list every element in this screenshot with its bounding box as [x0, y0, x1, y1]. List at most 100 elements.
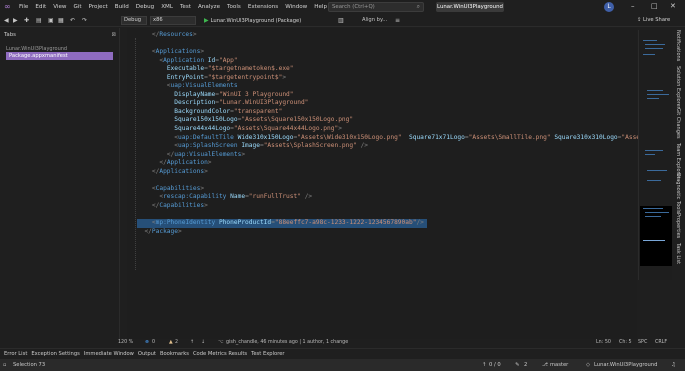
platform-dropdown[interactable]: x86: [150, 16, 196, 25]
code-line[interactable]: </uap:VisualElements>: [137, 151, 685, 160]
code-token: <: [137, 193, 164, 201]
back-icon[interactable]: ◀: [4, 17, 9, 24]
code-line[interactable]: <rescap:Capability Name="runFullTrust" /…: [137, 193, 685, 202]
code-line[interactable]: [137, 176, 685, 185]
live-share-button[interactable]: ⇪ Live Share: [637, 17, 670, 23]
code-line[interactable]: <uap:SplashScreen Image="Assets\SplashSc…: [137, 142, 685, 151]
spacing-mode[interactable]: SPC: [638, 340, 647, 345]
code-line[interactable]: Executable="$targetnametoken$.exe": [137, 65, 685, 74]
tab-package-appxmanifest[interactable]: Package.appxmanifest: [6, 52, 113, 60]
right-tab-solution-explorer[interactable]: Solution Explorer: [675, 66, 681, 109]
bottom-tab-immediate-window[interactable]: Immediate Window: [84, 351, 134, 357]
menu-item-edit[interactable]: Edit: [35, 4, 46, 10]
bottom-tab-bookmarks[interactable]: Bookmarks: [160, 351, 189, 357]
bottom-tab-exception-settings[interactable]: Exception Settings: [31, 351, 79, 357]
pin-icon[interactable]: ⊠: [111, 32, 116, 38]
code-line[interactable]: DisplayName="WinUI 3 Playground": [137, 91, 685, 100]
code-line[interactable]: <uap:DefaultTile Wide310x150Logo="Assets…: [137, 134, 685, 143]
code-line[interactable]: <uap:VisualElements: [137, 82, 685, 91]
menu-item-build[interactable]: Build: [115, 4, 129, 10]
new-item-icon[interactable]: ✚: [24, 17, 29, 24]
menu-item-git[interactable]: Git: [74, 4, 82, 10]
redo-icon[interactable]: ↷: [82, 17, 87, 24]
menu-item-view[interactable]: View: [53, 4, 66, 10]
code-line[interactable]: <Applications>: [137, 48, 685, 57]
menu-item-file[interactable]: File: [19, 4, 28, 10]
code-line[interactable]: <Application Id="App": [137, 57, 685, 66]
code-line[interactable]: Square150x150Logo="Assets\Square150x150L…: [137, 116, 685, 125]
minimap-viewport[interactable]: [640, 206, 672, 266]
minimap[interactable]: [638, 30, 672, 280]
errors-count[interactable]: 0: [152, 340, 155, 345]
format-icon[interactable]: ▥: [338, 17, 344, 24]
forward-icon[interactable]: ▶: [13, 17, 18, 24]
visual-studio-logo-icon: ∞: [4, 2, 11, 11]
comment-icon[interactable]: ≡: [395, 17, 400, 24]
menu-item-analyze[interactable]: Analyze: [198, 4, 220, 10]
code-token: />: [304, 193, 313, 201]
code-line[interactable]: </Resources>: [137, 31, 685, 40]
code-line[interactable]: </Applications>: [137, 168, 685, 177]
maximize-icon[interactable]: □: [651, 2, 658, 10]
git-blame-info[interactable]: gish_chandle, 46 minutes ago | 1 author,…: [226, 340, 348, 345]
project-name-badge[interactable]: Lunar.WinUI3Playground: [436, 2, 504, 12]
selection-count: Selection 73: [13, 362, 46, 368]
repo-icon: ◇: [586, 362, 590, 368]
code-line[interactable]: <mp:PhoneIdentity PhoneProductId="88eeff…: [137, 219, 427, 228]
code-line[interactable]: Square44x44Logo="Assets\Square44x44Logo.…: [137, 125, 685, 134]
run-button[interactable]: ▶ Lunar.WinUI3Playground (Package): [204, 16, 301, 25]
code-line[interactable]: EntryPoint="$targetentrypoint$">: [137, 74, 685, 83]
branch-name[interactable]: master: [550, 362, 568, 368]
right-tab-notifications[interactable]: Notifications: [675, 30, 681, 61]
bottom-tab-code-metrics-results[interactable]: Code Metrics Results: [193, 351, 247, 357]
zoom-level[interactable]: 120 %: [118, 340, 133, 345]
menu-item-project[interactable]: Project: [89, 4, 108, 10]
notification-bell-icon[interactable]: ♫: [671, 362, 676, 368]
code-line[interactable]: [137, 40, 685, 49]
repository-name[interactable]: Lunar.WinUI3Playground: [594, 362, 657, 368]
code-line[interactable]: BackgroundColor="transparent": [137, 108, 685, 117]
git-sync-counts[interactable]: 0 / 0: [489, 362, 501, 368]
down-arrow-icon[interactable]: ↓: [201, 340, 205, 345]
menu-item-debug[interactable]: Debug: [136, 4, 154, 10]
code-line[interactable]: [137, 210, 685, 219]
menu-item-xml[interactable]: XML: [161, 4, 173, 10]
pending-changes-count[interactable]: 2: [524, 362, 527, 368]
menu-items: File Edit View Git Project Build Debug XML Test A…: [19, 4, 334, 10]
avatar[interactable]: L: [604, 2, 614, 12]
up-arrow-icon[interactable]: ↑: [190, 340, 194, 345]
menu-item-tools[interactable]: Tools: [227, 4, 241, 10]
line-endings[interactable]: CRLF: [655, 340, 667, 345]
right-tab-task-list[interactable]: Task List: [675, 243, 681, 264]
search-input[interactable]: Search (Ctrl+Q) ⌕: [328, 2, 424, 12]
undo-icon[interactable]: ↶: [70, 17, 75, 24]
close-icon[interactable]: ✕: [670, 2, 676, 10]
minimize-icon[interactable]: –: [631, 2, 635, 10]
bottom-tab-error-list[interactable]: Error List: [4, 351, 27, 357]
code-line[interactable]: </Capabilities>: [137, 202, 685, 211]
code-line[interactable]: </Package>: [137, 228, 685, 237]
menu-item-help[interactable]: Help: [314, 4, 327, 10]
right-tab-git-changes[interactable]: Git Changes: [675, 108, 681, 139]
right-tab-properties[interactable]: Properties: [675, 213, 681, 238]
code-line[interactable]: <Capabilities>: [137, 185, 685, 194]
menu-item-extensions[interactable]: Extensions: [248, 4, 278, 10]
code-line[interactable]: Description="Lunar.WinUI3Playground": [137, 99, 685, 108]
right-tab-diagnostic-tools[interactable]: Diagnostic Tools: [675, 173, 681, 213]
bottom-tab-output[interactable]: Output: [138, 351, 156, 357]
code-lines[interactable]: </Resources> <Applications> <Application…: [137, 31, 685, 236]
open-icon[interactable]: ▤: [36, 17, 42, 24]
code-line[interactable]: </Application>: [137, 159, 685, 168]
menu-item-window[interactable]: Window: [285, 4, 307, 10]
code-editor[interactable]: </Resources> <Applications> <Application…: [127, 28, 685, 340]
save-icon[interactable]: ▣: [48, 17, 54, 24]
code-token: Description: [174, 99, 216, 107]
align-dropdown[interactable]: Align by...: [362, 17, 387, 23]
code-token: </: [137, 150, 175, 158]
configuration-dropdown[interactable]: Debug: [121, 16, 147, 25]
save-all-icon[interactable]: ▦: [58, 17, 64, 24]
warnings-count[interactable]: 2: [175, 340, 178, 345]
bottom-tab-test-explorer[interactable]: Test Explorer: [251, 351, 284, 357]
menu-item-test[interactable]: Test: [180, 4, 191, 10]
